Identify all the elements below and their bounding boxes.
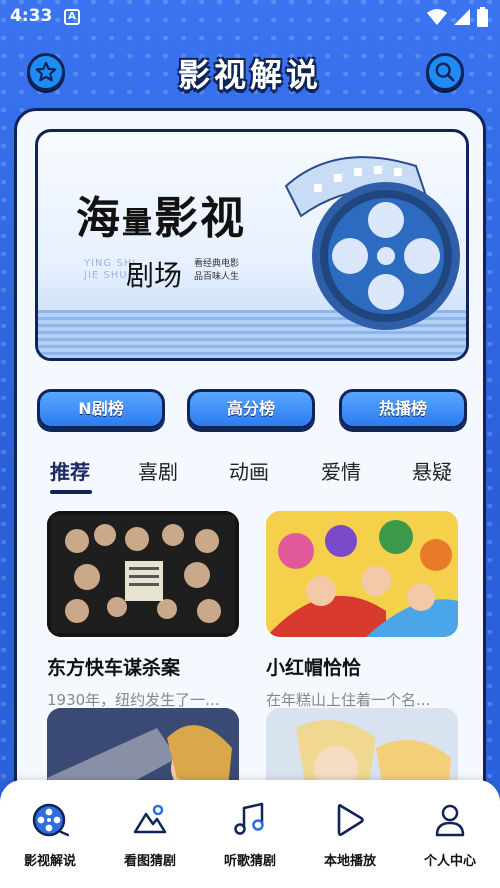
battery-icon bbox=[477, 7, 488, 27]
banner-title-main: 海 bbox=[76, 193, 122, 244]
film-reel-icon bbox=[32, 803, 69, 837]
content-panel: 海量影视 YING SHI JIE SHUO 剧场 看经典电影 品百味人生 N剧… bbox=[14, 108, 486, 808]
promo-banner[interactable]: 海量影视 YING SHI JIE SHUO 剧场 看经典电影 品百味人生 bbox=[35, 129, 469, 361]
nav-label: 看图猜剧 bbox=[123, 854, 176, 869]
rank-button-n[interactable]: N剧榜 bbox=[37, 389, 165, 429]
rank-button-trending[interactable]: 热播榜 bbox=[339, 389, 467, 429]
status-icons bbox=[427, 7, 488, 27]
image-mountain-icon bbox=[133, 804, 167, 834]
category-tabs: 推荐 喜剧 动画 爱情 悬疑 bbox=[17, 456, 483, 496]
nav-label: 本地播放 bbox=[323, 854, 376, 869]
nav-label: 听歌猜剧 bbox=[223, 854, 276, 869]
tab-mystery[interactable]: 悬疑 bbox=[412, 456, 452, 485]
film-reel-illustration bbox=[284, 156, 460, 330]
banner-title: 海量影视 bbox=[76, 182, 246, 246]
tab-romance[interactable]: 爱情 bbox=[321, 456, 361, 485]
video-card[interactable]: 小红帽恰恰 在年糕山上住着一个名... bbox=[266, 511, 458, 710]
banner-title-tail: 影视 bbox=[154, 193, 246, 244]
person-icon bbox=[435, 804, 465, 837]
status-time: 4:33 bbox=[10, 6, 53, 26]
nav-item-guess-by-song[interactable]: 听歌猜剧 bbox=[200, 802, 300, 869]
notification-icon: A bbox=[64, 9, 80, 25]
banner-tag-1: 看经典电影 bbox=[194, 259, 240, 269]
play-icon bbox=[337, 804, 364, 836]
video-thumbnail bbox=[47, 511, 239, 637]
tab-recommend[interactable]: 推荐 bbox=[50, 456, 90, 485]
search-icon bbox=[435, 62, 455, 82]
video-title: 东方快车谋杀案 bbox=[47, 657, 181, 679]
nav-item-guess-by-image[interactable]: 看图猜剧 bbox=[100, 802, 200, 869]
video-card[interactable]: 东方快车谋杀案 1930年，纽约发生了一... bbox=[47, 511, 239, 710]
banner-subtitle: 剧场 bbox=[126, 259, 183, 292]
music-note-icon bbox=[234, 802, 264, 835]
search-button[interactable] bbox=[426, 53, 464, 91]
tab-comedy[interactable]: 喜剧 bbox=[138, 456, 178, 485]
tab-animation[interactable]: 动画 bbox=[229, 456, 269, 485]
wifi-icon bbox=[427, 9, 447, 25]
video-thumbnail bbox=[266, 511, 458, 637]
banner-title-small: 量 bbox=[122, 206, 154, 241]
banner-tagline: 看经典电影 品百味人生 bbox=[194, 258, 239, 284]
video-description: 1930年，纽约发生了一... bbox=[47, 691, 220, 709]
status-bar: 4:33 A bbox=[0, 0, 500, 34]
nav-item-profile[interactable]: 个人中心 bbox=[400, 802, 500, 869]
bottom-navigation: 影视解说 看图猜剧 听歌猜剧 本地播放 个人中心 bbox=[0, 780, 500, 888]
rank-button-top-rated[interactable]: 高分榜 bbox=[187, 389, 315, 429]
tab-underline bbox=[50, 490, 92, 494]
banner-tag-2: 品百味人生 bbox=[194, 272, 240, 282]
nav-label: 影视解说 bbox=[23, 854, 76, 869]
video-description: 在年糕山上住着一个名... bbox=[266, 691, 431, 709]
nav-item-video-commentary[interactable]: 影视解说 bbox=[0, 802, 100, 869]
nav-label: 个人中心 bbox=[423, 854, 476, 869]
video-title: 小红帽恰恰 bbox=[266, 657, 362, 679]
signal-icon bbox=[454, 9, 470, 25]
nav-item-local-playback[interactable]: 本地播放 bbox=[300, 802, 400, 869]
page-title: 影视解说 bbox=[177, 56, 322, 94]
